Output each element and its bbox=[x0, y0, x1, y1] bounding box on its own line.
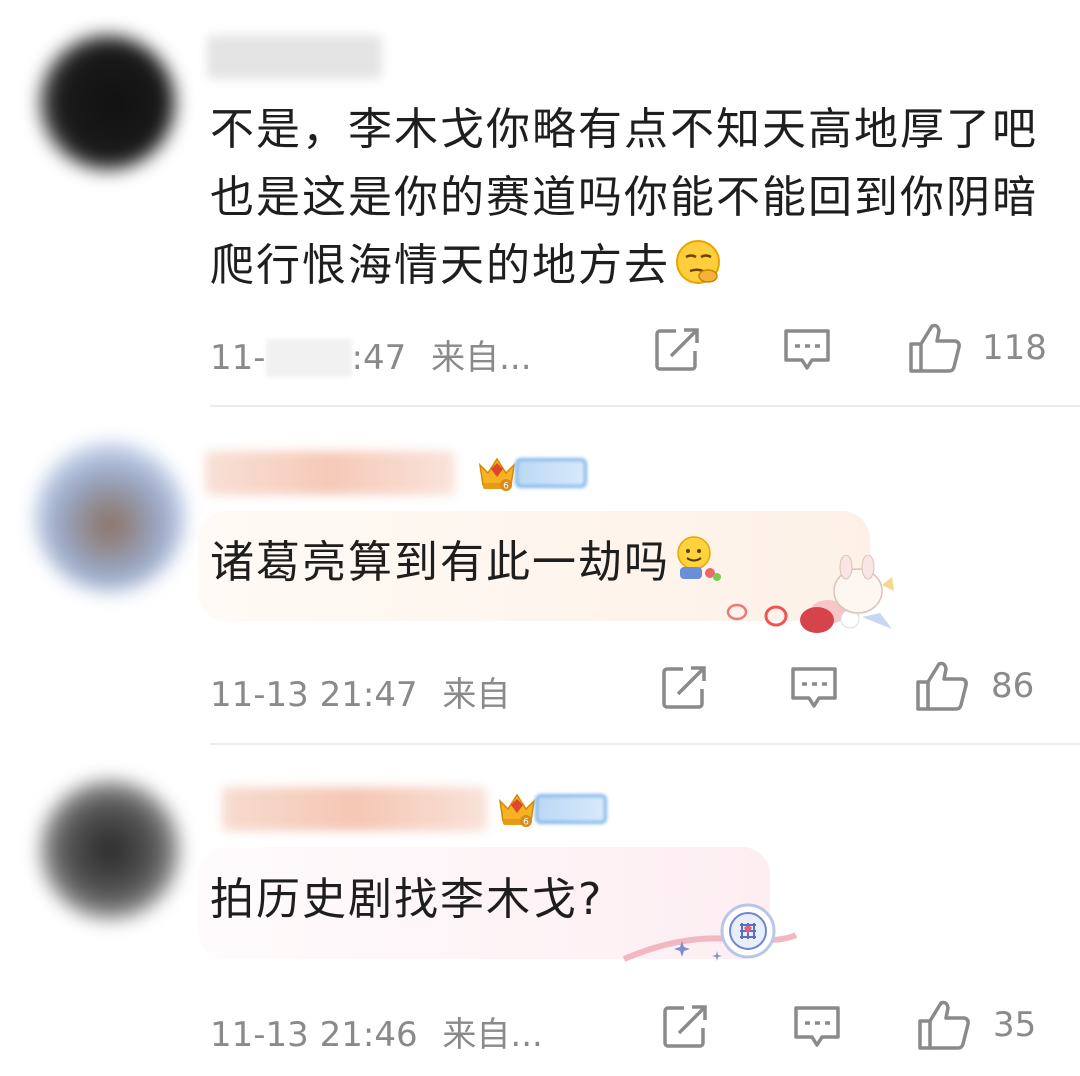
svg-text:6: 6 bbox=[523, 818, 529, 828]
member-level-badge[interactable] bbox=[535, 794, 607, 824]
timestamp: 11- bbox=[210, 338, 266, 378]
timestamp-redacted bbox=[265, 339, 352, 377]
comment-meta: 11-13 21:46 来自... bbox=[210, 1007, 543, 1056]
timestamp-tail: :47 bbox=[351, 338, 407, 378]
username-blurred[interactable] bbox=[207, 35, 382, 79]
source-label: 来自... bbox=[442, 1015, 543, 1055]
repost-button[interactable] bbox=[654, 326, 702, 372]
smiling-face-with-hand-emoji bbox=[672, 533, 722, 583]
repost-button[interactable] bbox=[662, 1003, 710, 1049]
username-blurred[interactable] bbox=[205, 451, 455, 495]
thumbs-up-icon bbox=[918, 1000, 970, 1050]
comment-item: 不是，李木戈你略有点不知天高地厚了吧也是这是你的赛道吗你能不能回到你阴暗爬行恨海… bbox=[0, 0, 1080, 405]
username-blurred[interactable] bbox=[222, 787, 487, 831]
repost-button[interactable] bbox=[661, 664, 709, 710]
avatar[interactable] bbox=[40, 780, 180, 920]
comment-icon bbox=[784, 329, 830, 370]
share-icon bbox=[663, 1005, 707, 1048]
source-label: 来自... bbox=[431, 338, 532, 378]
avatar[interactable] bbox=[40, 35, 175, 170]
thumbs-up-icon bbox=[916, 661, 968, 711]
vip-crown-icon[interactable]: 6 bbox=[496, 789, 538, 829]
comment-item: 6 拍历史剧找李木戈? 11-13 21:46 来自... 35 bbox=[0, 745, 1080, 1076]
like-button[interactable]: 118 bbox=[908, 322, 1047, 374]
vip-crown-icon[interactable]: 6 bbox=[476, 453, 518, 493]
like-count: 86 bbox=[991, 666, 1035, 706]
pondering-face-emoji bbox=[674, 238, 722, 286]
reply-button[interactable] bbox=[789, 664, 839, 710]
member-level-badge[interactable] bbox=[515, 458, 587, 488]
comment-text: 拍历史剧找李木戈? bbox=[210, 874, 604, 925]
timestamp: 11-13 21:46 bbox=[210, 1015, 418, 1055]
comment-icon bbox=[794, 1006, 840, 1047]
like-count: 118 bbox=[982, 328, 1047, 368]
comment-meta: 11- :47 来自... bbox=[210, 330, 532, 379]
avatar[interactable] bbox=[35, 442, 185, 592]
like-button[interactable]: 35 bbox=[917, 999, 1036, 1051]
like-button[interactable]: 86 bbox=[915, 660, 1034, 712]
thumbs-up-icon bbox=[909, 323, 961, 373]
timestamp: 11-13 21:47 bbox=[210, 675, 418, 715]
svg-text:6: 6 bbox=[503, 482, 509, 492]
comment-meta: 11-13 21:47 来自 bbox=[210, 667, 510, 716]
source-label: 来自 bbox=[442, 675, 511, 715]
comment-icon bbox=[791, 667, 837, 708]
bubble-sticker-decoration bbox=[722, 555, 897, 635]
like-count: 35 bbox=[993, 1005, 1037, 1045]
comment-item: 6 诸葛亮算到有此一劫吗 11-13 21:47 来自 86 bbox=[0, 407, 1080, 743]
comment-text: 诸葛亮算到有此一劫吗 bbox=[210, 529, 722, 597]
bubble-sticker-decoration bbox=[620, 895, 800, 970]
reply-button[interactable] bbox=[782, 326, 832, 372]
comment-text: 不是，李木戈你略有点不知天高地厚了吧也是这是你的赛道吗你能不能回到你阴暗爬行恨海… bbox=[210, 104, 1038, 291]
share-icon bbox=[662, 666, 706, 709]
share-icon bbox=[655, 328, 699, 371]
reply-button[interactable] bbox=[792, 1003, 842, 1049]
